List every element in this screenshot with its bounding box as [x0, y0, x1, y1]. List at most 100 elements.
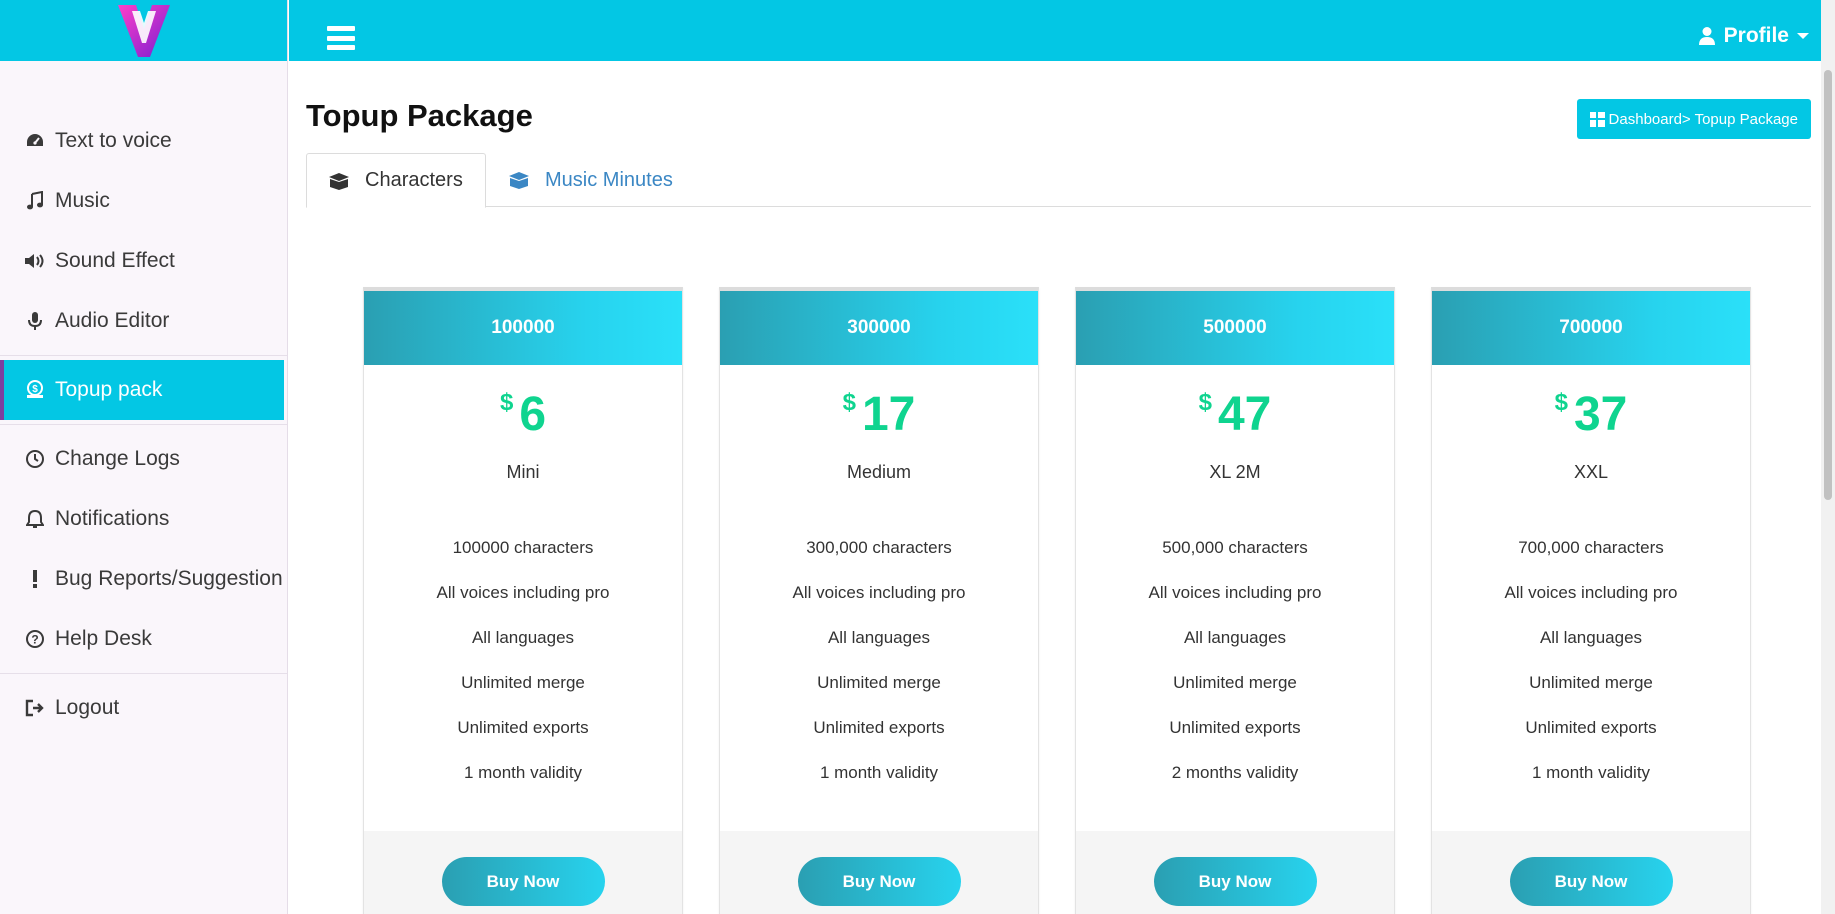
box-icon [327, 171, 351, 191]
price-amount: 6 [519, 388, 547, 441]
package-price: $37 [1432, 387, 1750, 442]
gauge-icon [24, 130, 46, 152]
money-bag-icon: $ [24, 379, 46, 401]
feature-item: Unlimited merge [817, 673, 941, 692]
sidebar-item-sound-effect[interactable]: Sound Effect [0, 231, 287, 291]
volume-icon [24, 250, 46, 272]
package-header: 300000 [720, 291, 1038, 365]
tab-characters[interactable]: Characters [306, 153, 486, 208]
package-name: Medium [846, 462, 912, 482]
package-card: 100000 $6 Mini 100000 characters All voi… [363, 287, 683, 914]
feature-item: Unlimited exports [1525, 718, 1657, 737]
package-card: 500000 $47 XL 2M 500,000 characters All … [1075, 287, 1395, 914]
buy-now-button[interactable]: Buy Now [1153, 857, 1317, 906]
tab-label: Music Minutes [545, 168, 673, 191]
feature-item: 100000 characters [452, 538, 594, 557]
card-footer: Buy Now [720, 831, 1038, 914]
card-footer: Buy Now [1432, 831, 1750, 914]
feature-list: 300,000 characters All voices including … [720, 525, 1038, 795]
feature-item: 1 month validity [463, 763, 583, 782]
sidebar-item-logout[interactable]: Logout [0, 678, 287, 738]
svg-text:$: $ [32, 384, 38, 395]
package-price: $17 [720, 387, 1038, 442]
price-amount: 37 [1573, 388, 1628, 441]
sign-out-icon [24, 697, 46, 719]
nav-divider [0, 355, 287, 356]
feature-item: All voices including pro [792, 583, 966, 602]
box-icon [507, 170, 531, 190]
package-card: 300000 $17 Medium 300,000 characters All… [719, 287, 1039, 914]
question-circle-icon: ? [24, 628, 46, 650]
feature-item: Unlimited exports [1169, 718, 1301, 737]
feature-item: All languages [471, 628, 575, 647]
breadcrumb-label: Dashboard> Topup Package [1608, 110, 1798, 128]
feature-item: All languages [1539, 628, 1643, 647]
feature-item: Unlimited merge [1173, 673, 1297, 692]
card-footer: Buy Now [364, 831, 682, 914]
sidebar-item-topup-pack[interactable]: $ Topup pack [0, 360, 284, 420]
bell-icon [24, 508, 46, 530]
price-amount: 47 [1217, 388, 1272, 441]
tab-music-minutes[interactable]: Music Minutes [487, 153, 693, 207]
sidebar-item-audio-editor[interactable]: Audio Editor [0, 291, 287, 351]
sidebar-item-help-desk[interactable]: ? Help Desk [0, 609, 287, 669]
feature-item: All languages [827, 628, 931, 647]
sidebar-item-label: Logout [55, 696, 120, 719]
sidebar-item-label: Text to voice [55, 129, 172, 152]
profile-label: Profile [1723, 24, 1789, 47]
dashboard-grid-icon [1589, 111, 1605, 127]
sidebar-item-notifications[interactable]: Notifications [0, 489, 287, 549]
sidebar-item-change-logs[interactable]: Change Logs [0, 429, 287, 489]
app-root: Text to voice Music Sound Effect Audio E… [0, 0, 1835, 914]
microphone-icon [24, 310, 46, 332]
menu-toggle-icon[interactable] [327, 26, 355, 50]
sidebar-item-label: Help Desk [55, 627, 152, 650]
buy-now-button[interactable]: Buy Now [797, 857, 961, 906]
logo-area [0, 0, 287, 61]
feature-item: 1 month validity [819, 763, 939, 782]
package-tabs: Characters Music Minutes [306, 153, 1811, 208]
feature-item: All voices including pro [436, 583, 610, 602]
scrollbar[interactable] [1821, 0, 1835, 914]
sidebar: Text to voice Music Sound Effect Audio E… [0, 0, 288, 914]
buy-now-button[interactable]: Buy Now [1509, 857, 1673, 906]
breadcrumb[interactable]: Dashboard> Topup Package [1576, 99, 1811, 139]
currency-symbol: $ [842, 389, 856, 416]
sidebar-item-label: Audio Editor [55, 309, 170, 332]
feature-item: Unlimited merge [1529, 673, 1653, 692]
price-amount: 17 [861, 388, 916, 441]
feature-item: 300,000 characters [806, 538, 952, 557]
exclamation-icon [24, 568, 46, 590]
package-card: 700000 $37 XXL 700,000 characters All vo… [1431, 287, 1751, 914]
package-header: 700000 [1432, 291, 1750, 365]
user-icon [1698, 27, 1715, 45]
nav-divider [0, 673, 287, 674]
feature-item: 700,000 characters [1518, 538, 1664, 557]
currency-symbol: $ [1198, 389, 1212, 416]
sidebar-item-text-to-voice[interactable]: Text to voice [0, 111, 287, 171]
package-header: 500000 [1076, 291, 1394, 365]
package-name: XL 2M [1209, 462, 1261, 482]
nav-divider [0, 424, 287, 425]
sidebar-item-bug-reports[interactable]: Bug Reports/Suggestion [0, 549, 287, 609]
svg-text:?: ? [31, 633, 38, 647]
sidebar-nav: Text to voice Music Sound Effect Audio E… [0, 61, 287, 738]
sidebar-item-label: Change Logs [55, 447, 180, 470]
buy-now-button[interactable]: Buy Now [441, 857, 605, 906]
sidebar-item-music[interactable]: Music [0, 171, 287, 231]
music-note-icon [24, 190, 46, 212]
chevron-down-icon [1797, 33, 1809, 39]
feature-item: 1 month validity [1531, 763, 1651, 782]
feature-list: 700,000 characters All voices including … [1432, 525, 1750, 795]
sidebar-item-label: Topup pack [55, 378, 163, 401]
currency-symbol: $ [1554, 389, 1568, 416]
logo-icon[interactable] [114, 3, 174, 59]
package-name: Mini [506, 462, 540, 482]
page-title: Topup Package [306, 98, 533, 133]
scrollbar-thumb[interactable] [1824, 70, 1832, 500]
clock-icon [24, 448, 46, 470]
sidebar-item-label: Bug Reports/Suggestion [55, 567, 283, 590]
profile-dropdown[interactable]: Profile [1698, 24, 1809, 48]
topbar: Profile [289, 0, 1835, 61]
card-footer: Buy Now [1076, 831, 1394, 914]
